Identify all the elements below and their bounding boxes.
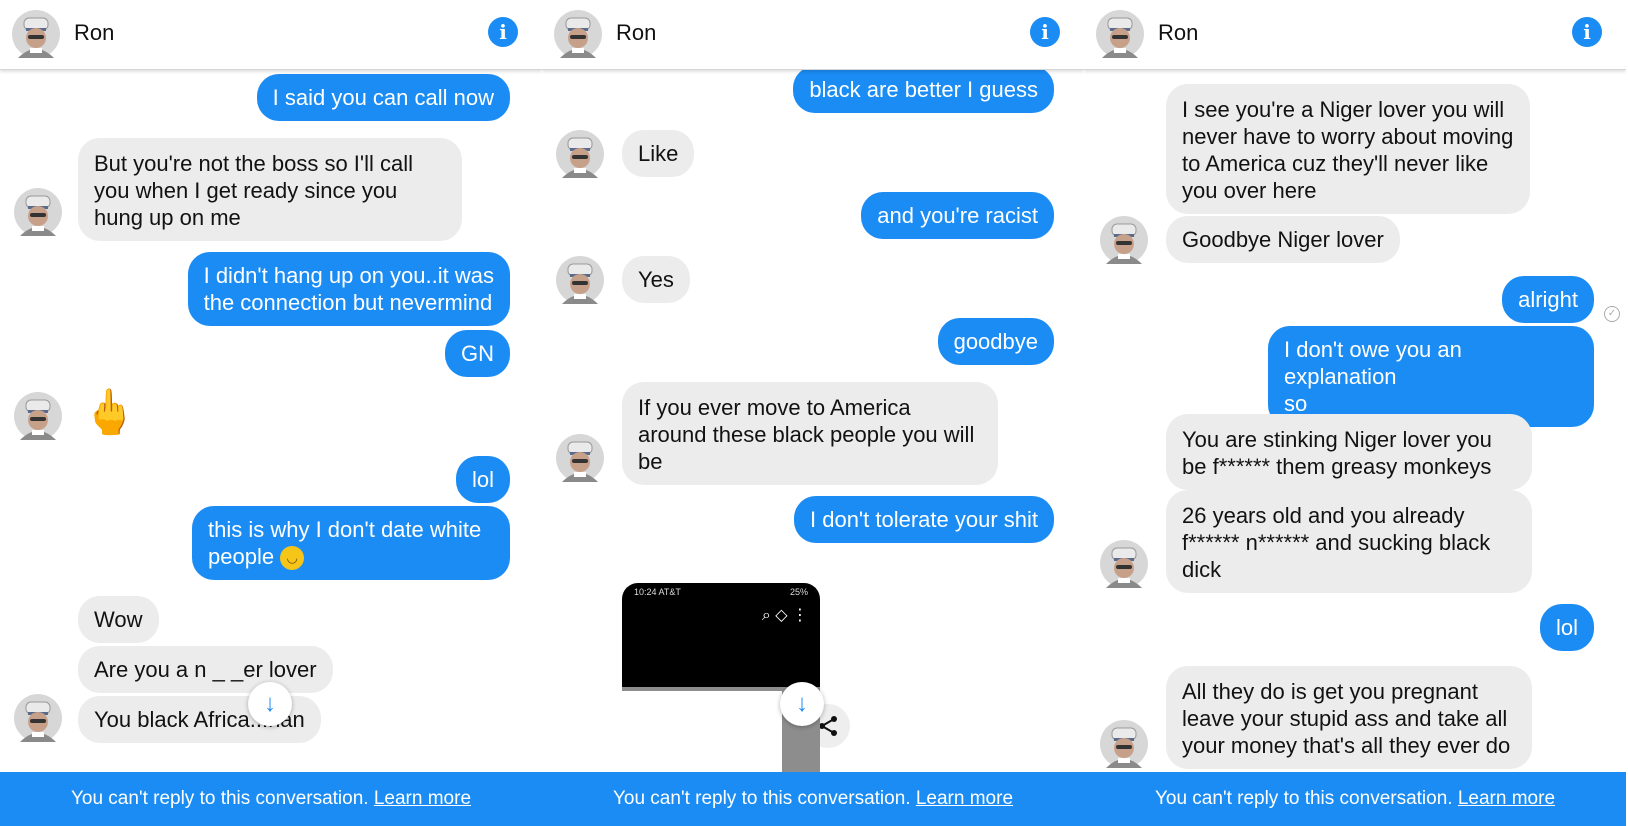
arrow-down-icon[interactable]: ↓ xyxy=(248,682,292,726)
conversation-panel-1: Ron i I said you can call now But you're… xyxy=(0,0,542,826)
check-circle-icon: ✓ xyxy=(1604,306,1620,322)
cannot-reply-banner: You can't reply to this conversation. Le… xyxy=(542,772,1084,826)
contact-avatar[interactable] xyxy=(554,10,602,58)
sender-avatar xyxy=(1100,720,1148,768)
sender-avatar xyxy=(556,434,604,482)
info-icon[interactable]: i xyxy=(1030,17,1060,47)
message-list[interactable]: I see you're a Niger lover you will neve… xyxy=(1084,70,1626,772)
message-incoming: All they do is get you pregnant leave yo… xyxy=(1166,666,1532,769)
message-outgoing: alright xyxy=(1502,276,1594,323)
info-icon[interactable]: i xyxy=(1572,17,1602,47)
message-incoming: Goodbye Niger lover xyxy=(1166,216,1400,263)
sender-avatar xyxy=(14,392,62,440)
message-incoming: You are stinking Niger lover you be f***… xyxy=(1166,414,1532,490)
middle-finger-emoji: 🖕 xyxy=(82,388,137,437)
message-outgoing: goodbye xyxy=(937,318,1054,365)
message-incoming: Like xyxy=(622,130,695,177)
message-incoming: If you ever move to America around these… xyxy=(622,382,998,485)
message-outgoing: I don't tolerate your shit xyxy=(794,496,1054,543)
message-incoming: Wow xyxy=(78,596,159,643)
message-outgoing: lol xyxy=(455,456,510,503)
sender-avatar xyxy=(14,188,62,236)
sender-avatar xyxy=(556,130,604,178)
sender-avatar xyxy=(1100,216,1148,264)
message-incoming: 26 years old and you already f****** n**… xyxy=(1166,490,1532,593)
contact-name[interactable]: Ron xyxy=(74,20,114,46)
message-incoming: I see you're a Niger lover you will neve… xyxy=(1166,84,1530,214)
message-incoming: Yes xyxy=(622,256,690,303)
contact-avatar[interactable] xyxy=(1096,10,1144,58)
learn-more-link[interactable]: Learn more xyxy=(374,788,471,809)
message-outgoing: lol xyxy=(1539,604,1594,651)
contact-name[interactable]: Ron xyxy=(1158,20,1198,46)
message-outgoing: and you're racist xyxy=(861,192,1054,239)
contact-name[interactable]: Ron xyxy=(616,20,656,46)
message-outgoing: this is why I don't date white people ◡ xyxy=(192,506,510,581)
message-outgoing: black are better I guess xyxy=(793,70,1054,113)
attached-screenshot-image[interactable]: 10:24 AT&T 25% ⌕ ◇ ⋮ xyxy=(622,583,820,773)
chat-header: Ron i xyxy=(0,0,542,70)
sender-avatar xyxy=(556,256,604,304)
message-outgoing: I didn't hang up on you..it was the conn… xyxy=(187,252,510,326)
cannot-reply-banner: You can't reply to this conversation. Le… xyxy=(1084,772,1626,826)
message-outgoing: GN xyxy=(445,330,510,377)
chat-header: Ron i xyxy=(1084,0,1626,70)
info-icon[interactable]: i xyxy=(488,17,518,47)
conversation-panel-3: Ron i I see you're a Niger lover you wil… xyxy=(1084,0,1626,826)
message-list[interactable]: I said you can call now But you're not t… xyxy=(0,70,542,772)
sender-avatar xyxy=(14,694,62,742)
learn-more-link[interactable]: Learn more xyxy=(1458,788,1555,809)
learn-more-link[interactable]: Learn more xyxy=(916,788,1013,809)
search-icon: ⌕ ◇ ⋮ xyxy=(761,607,808,624)
message-outgoing: I don't owe you an explanation so xyxy=(1268,326,1594,427)
message-outgoing: I said you can call now xyxy=(256,74,510,121)
contact-avatar[interactable] xyxy=(12,10,60,58)
cannot-reply-banner: You can't reply to this conversation. Le… xyxy=(0,772,542,826)
smirk-emoji: ◡ xyxy=(280,546,305,571)
sender-avatar xyxy=(1100,540,1148,588)
arrow-down-icon[interactable]: ↓ xyxy=(780,682,824,726)
message-incoming: Are you a n _ _er lover xyxy=(78,646,333,693)
chat-header: Ron i xyxy=(542,0,1084,70)
message-incoming: But you're not the boss so I'll call you… xyxy=(78,138,462,241)
